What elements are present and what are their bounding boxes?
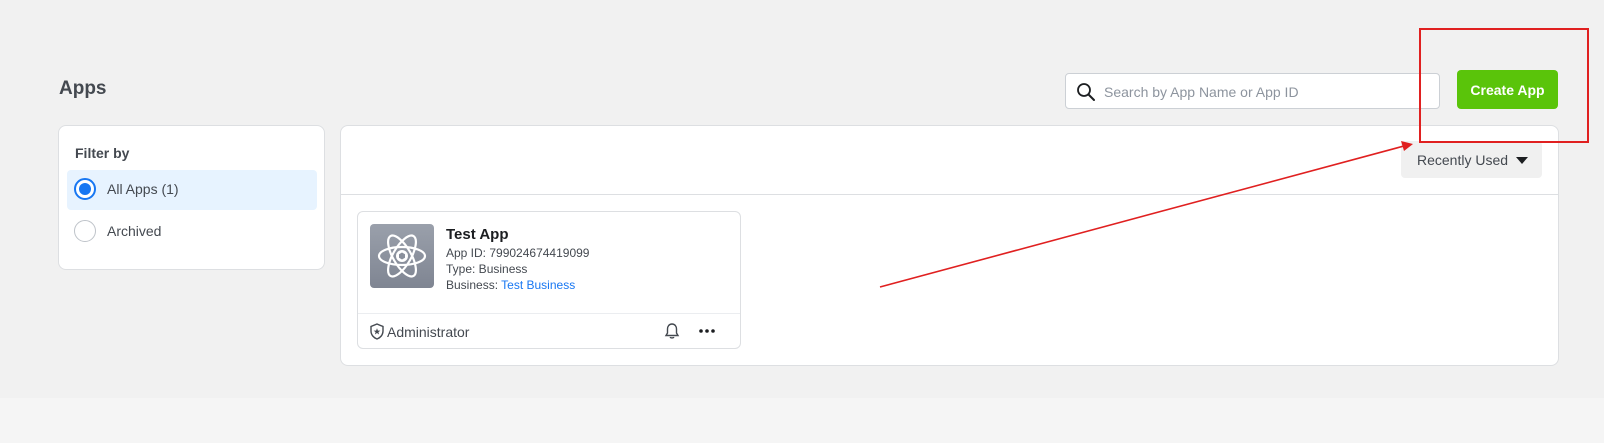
caret-down-icon bbox=[1516, 157, 1528, 164]
search-field[interactable] bbox=[1065, 73, 1440, 110]
atom-app-icon bbox=[370, 224, 434, 288]
more-icon[interactable] bbox=[698, 322, 716, 340]
filter-option-label: Archived bbox=[107, 223, 162, 239]
apps-panel: Recently Used Test App App ID: 799024674… bbox=[340, 125, 1559, 366]
role-label: Administrator bbox=[387, 324, 470, 340]
app-id: App ID: 799024674419099 bbox=[446, 246, 590, 260]
search-input[interactable] bbox=[1102, 74, 1436, 110]
page-title: Apps bbox=[59, 78, 107, 99]
filter-option-label: All Apps (1) bbox=[107, 181, 179, 197]
bell-icon[interactable] bbox=[663, 322, 681, 340]
business-prefix: Business: bbox=[446, 278, 502, 292]
sort-label: Recently Used bbox=[1417, 152, 1509, 168]
radio-unselected[interactable] bbox=[74, 220, 96, 242]
search-icon bbox=[1077, 83, 1095, 101]
app-business: Business: Test Business bbox=[446, 278, 575, 292]
filter-panel: Filter by All Apps (1) Archived bbox=[58, 125, 325, 270]
app-type: Type: Business bbox=[446, 262, 528, 276]
shield-icon bbox=[370, 323, 384, 340]
app-name[interactable]: Test App bbox=[446, 226, 509, 243]
app-card[interactable]: Test App App ID: 799024674419099 Type: B… bbox=[357, 211, 741, 349]
panel-divider bbox=[341, 194, 1558, 195]
page-footer-band bbox=[0, 398, 1604, 443]
business-link[interactable]: Test Business bbox=[501, 278, 575, 292]
filter-option-archived[interactable]: Archived bbox=[67, 212, 317, 252]
filter-title: Filter by bbox=[75, 145, 130, 161]
card-divider bbox=[358, 313, 740, 314]
create-app-button[interactable]: Create App bbox=[1457, 70, 1558, 109]
radio-selected[interactable] bbox=[74, 178, 96, 200]
sort-dropdown[interactable]: Recently Used bbox=[1401, 141, 1542, 178]
filter-option-all-apps[interactable]: All Apps (1) bbox=[67, 170, 317, 210]
